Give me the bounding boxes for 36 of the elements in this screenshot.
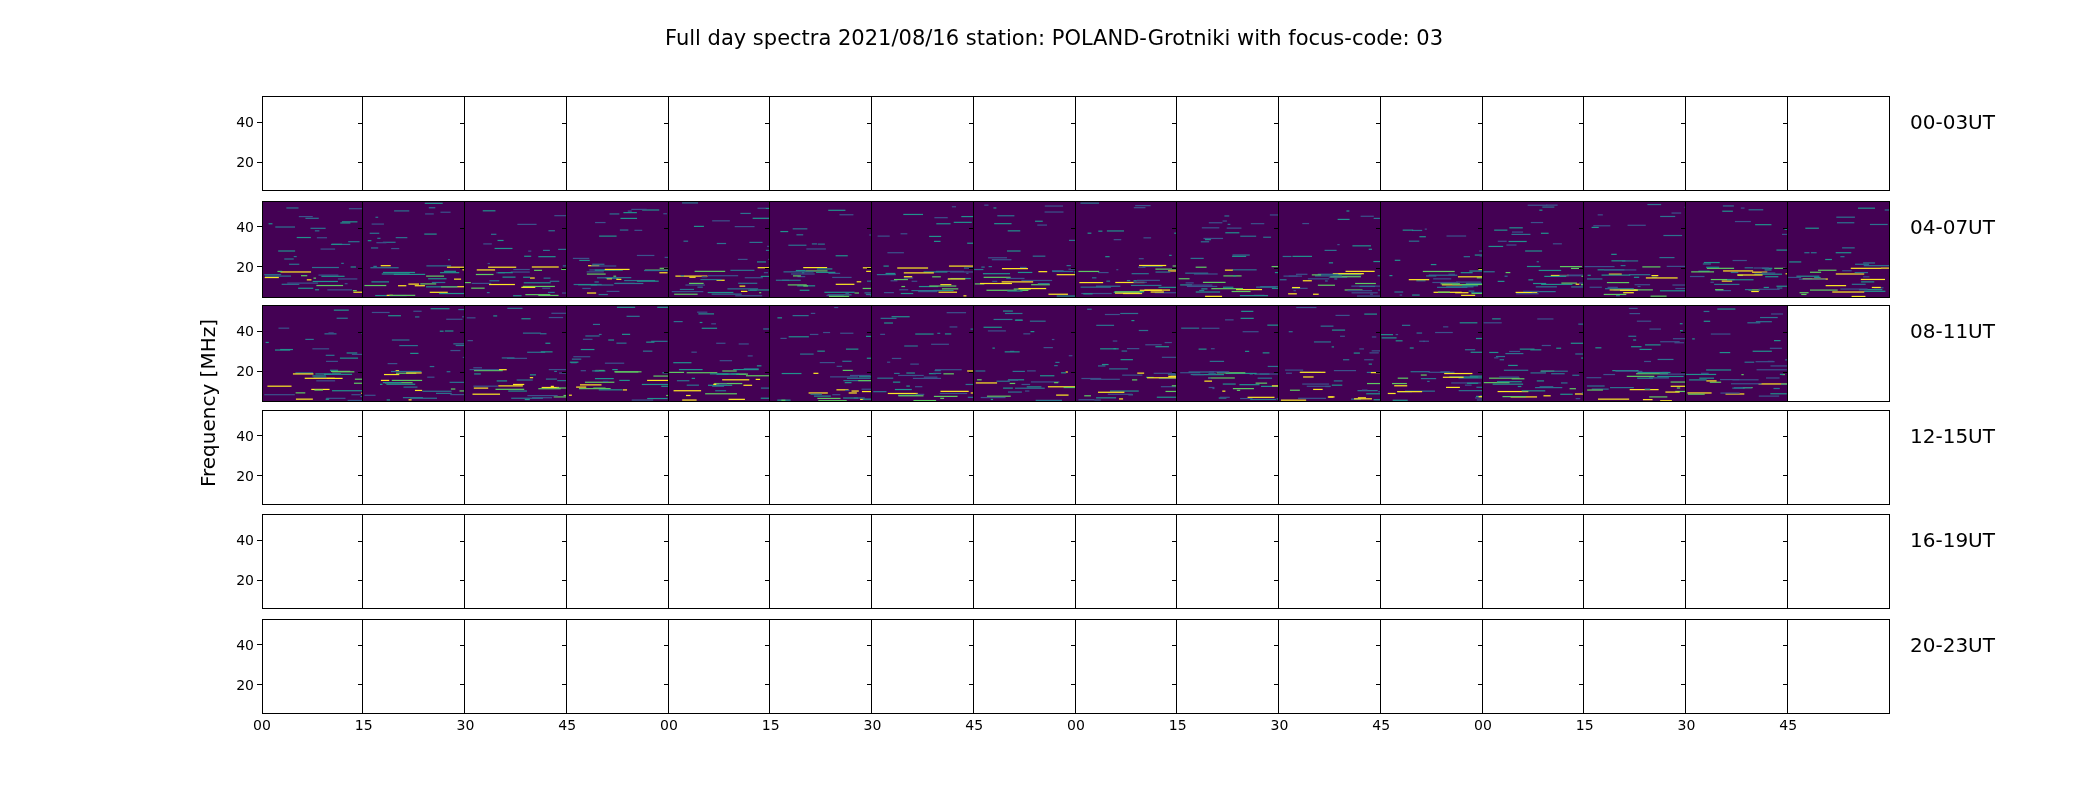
tick-label: 40 [236, 532, 254, 549]
tick-label: 20 [236, 467, 254, 484]
tick-label: 40 [236, 323, 254, 340]
tick-label: 20 [236, 676, 254, 693]
chart-title: Full day spectra 2021/08/16 station: POLAND-Grotniki with focus-code: 03 [664, 25, 1443, 50]
tick-label: 20 [236, 572, 254, 588]
row-label: 16-19UT [1909, 527, 1995, 554]
tick-label: 15 [761, 717, 780, 733]
row-label: 20-23UT [1909, 631, 1995, 659]
tick-label: 15 [1575, 717, 1594, 733]
row-label: 04-07UT [1909, 213, 1995, 241]
tick-label: 15 [354, 717, 373, 733]
tick-label: 45 [1372, 717, 1391, 733]
tick-label: 00 [253, 717, 271, 733]
tick-label: 00 [660, 717, 678, 733]
tick-label: 00 [1067, 717, 1085, 733]
row-label: 12-15UT [1909, 422, 1995, 450]
tick-label: 30 [1270, 717, 1289, 733]
row-label: 08-11UT [1909, 318, 1995, 345]
tick-label: 20 [236, 258, 254, 275]
tick-label: 45 [1779, 717, 1798, 733]
tick-label: 40 [236, 114, 254, 131]
axis-label: Frequency [MHz] [196, 319, 220, 488]
tick-label: 40 [236, 636, 254, 653]
tick-label: 40 [236, 427, 254, 444]
tick-label: 00 [1474, 717, 1492, 733]
tick-label: 15 [1168, 717, 1187, 733]
row-label: 00-03UT [1909, 109, 1995, 136]
tick-label: 30 [1677, 717, 1696, 733]
tick-label: 30 [863, 717, 882, 733]
tick-label: 20 [236, 363, 254, 379]
tick-label: 45 [558, 717, 577, 733]
tick-label: 45 [965, 717, 984, 733]
tick-label: 20 [236, 154, 254, 170]
tick-label: 30 [456, 717, 475, 733]
tick-label: 40 [236, 218, 254, 235]
